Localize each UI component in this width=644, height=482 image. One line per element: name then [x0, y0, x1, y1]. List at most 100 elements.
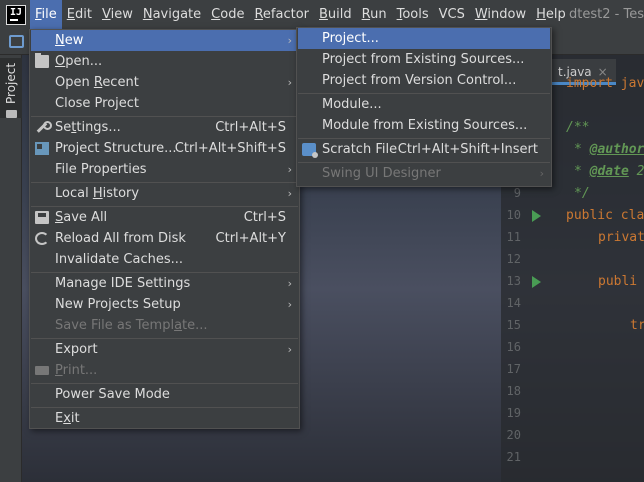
menu-run[interactable]: Run: [357, 0, 392, 29]
new-module-from-existing-sources[interactable]: Module from Existing Sources...: [298, 115, 550, 136]
file-menu-open-recent[interactable]: Open Recent ›: [31, 72, 298, 93]
file-menu-open[interactable]: Open...: [31, 51, 298, 72]
chevron-right-icon: ›: [287, 187, 292, 200]
menu-item-label: Swing UI Designer: [322, 166, 441, 181]
chevron-right-icon: ›: [287, 76, 292, 89]
new-submenu: Project... Project from Existing Sources…: [296, 27, 552, 187]
new-module[interactable]: Module...: [298, 94, 550, 115]
chevron-right-icon: ›: [287, 34, 292, 47]
menu-item-label: Settings...: [55, 120, 121, 135]
code-line-try: tr: [630, 318, 644, 333]
menu-item-label: File Properties: [55, 162, 147, 177]
menu-item-label: Project from Existing Sources...: [322, 52, 525, 67]
menu-edit[interactable]: Edit: [62, 0, 97, 29]
line-number: 17: [506, 362, 521, 376]
menu-item-label: Open Recent: [55, 75, 139, 90]
menu-item-label: Scratch File: [322, 142, 398, 157]
line-number: 13: [506, 274, 521, 288]
menu-build[interactable]: Build: [314, 0, 357, 29]
menu-refactor[interactable]: Refactor: [249, 0, 314, 29]
menu-item-label: Save All: [55, 210, 108, 225]
code-line-private: privat: [598, 230, 644, 245]
project-structure-icon: [35, 142, 49, 155]
file-menu-power-save-mode[interactable]: Power Save Mode: [31, 384, 298, 405]
file-menu-new-projects-setup[interactable]: New Projects Setup ›: [31, 294, 298, 315]
menu-item-label: Project from Version Control...: [322, 73, 517, 88]
file-menu-save-as-template: Save File as Template...: [31, 315, 298, 336]
new-project-from-existing-sources[interactable]: Project from Existing Sources...: [298, 49, 550, 70]
menu-item-label: Reload All from Disk: [55, 231, 186, 246]
code-line-doc-open: /**: [566, 120, 590, 135]
file-menu-print: Print...: [31, 360, 298, 381]
run-class-icon[interactable]: [532, 210, 541, 222]
code-line-date: * @date 2: [574, 164, 644, 179]
scratch-file-icon: [302, 143, 318, 158]
file-menu-file-properties[interactable]: File Properties ›: [31, 159, 298, 180]
file-menu-settings[interactable]: Settings... Ctrl+Alt+S: [31, 117, 298, 138]
menu-item-label: Export: [55, 342, 98, 357]
menu-item-label: Invalidate Caches...: [55, 252, 184, 267]
menu-item-label: Manage IDE Settings: [55, 276, 191, 291]
menu-view[interactable]: View: [97, 0, 138, 29]
line-number: 9: [513, 186, 521, 200]
project-tool-tab-label: Project: [4, 62, 18, 104]
chevron-right-icon: ›: [539, 167, 544, 180]
file-menu-export[interactable]: Export ›: [31, 339, 298, 360]
menu-item-shortcut: Ctrl+Alt+Y: [215, 231, 286, 246]
menu-item-label: Open...: [55, 54, 103, 69]
window-title: dtest2 - Tes: [569, 7, 644, 22]
file-menu-close-project[interactable]: Close Project: [31, 93, 298, 114]
menu-item-label: New Projects Setup: [55, 297, 181, 312]
intellij-logo-icon: IJ: [6, 4, 26, 25]
file-menu-local-history[interactable]: Local History ›: [31, 183, 298, 204]
folder-icon: [6, 110, 17, 118]
menu-file[interactable]: File: [30, 0, 62, 29]
new-project[interactable]: Project...: [298, 28, 550, 49]
line-number: 11: [506, 230, 521, 244]
file-menu-reload-all[interactable]: Reload All from Disk Ctrl+Alt+Y: [31, 228, 298, 249]
project-window-icon[interactable]: [9, 35, 24, 48]
line-number: 14: [506, 296, 521, 310]
menu-item-label: New: [55, 33, 84, 48]
menu-item-label: Power Save Mode: [55, 387, 170, 402]
file-menu: New › Open... Open Recent › Close Projec…: [29, 29, 300, 429]
left-tool-strip: Project: [0, 55, 22, 482]
wrench-icon: [35, 121, 52, 134]
menu-item-shortcut: Ctrl+Alt+Shift+S: [174, 141, 286, 156]
menu-help[interactable]: Help: [531, 0, 571, 29]
menu-item-label: Project...: [322, 31, 379, 46]
new-swing-ui-designer: Swing UI Designer ›: [298, 163, 550, 184]
menu-item-label: Local History: [55, 186, 140, 201]
chevron-right-icon: ›: [287, 163, 292, 176]
menu-window[interactable]: Window: [470, 0, 531, 29]
line-number: 20: [506, 428, 521, 442]
menu-item-label: Print...: [55, 363, 98, 378]
chevron-right-icon: ›: [287, 298, 292, 311]
save-icon: [35, 211, 49, 224]
menu-navigate[interactable]: Navigate: [138, 0, 206, 29]
line-number: 12: [506, 252, 521, 266]
line-number: 21: [506, 450, 521, 464]
file-menu-save-all[interactable]: Save All Ctrl+S: [31, 207, 298, 228]
menu-vcs[interactable]: VCS: [434, 0, 470, 29]
menu-item-label: Module from Existing Sources...: [322, 118, 528, 133]
menu-code[interactable]: Code: [206, 0, 249, 29]
menu-item-label: Project Structure...: [55, 141, 177, 156]
new-scratch-file[interactable]: Scratch File Ctrl+Alt+Shift+Insert: [298, 139, 550, 160]
file-menu-manage-ide-settings[interactable]: Manage IDE Settings ›: [31, 273, 298, 294]
run-method-icon[interactable]: [532, 276, 541, 288]
code-line-public-method: publi: [598, 274, 638, 289]
menu-item-shortcut: Ctrl+S: [243, 210, 286, 225]
new-project-from-vcs[interactable]: Project from Version Control...: [298, 70, 550, 91]
chevron-right-icon: ›: [287, 343, 292, 356]
code-line-class: public cla: [566, 208, 644, 223]
menu-tools[interactable]: Tools: [392, 0, 434, 29]
file-menu-exit[interactable]: Exit: [31, 408, 298, 429]
file-menu-new[interactable]: New ›: [31, 30, 298, 51]
file-menu-project-structure[interactable]: Project Structure... Ctrl+Alt+Shift+S: [31, 138, 298, 159]
printer-icon: [35, 366, 49, 375]
line-number: 19: [506, 406, 521, 420]
project-tool-tab[interactable]: Project: [0, 58, 22, 118]
line-number: 16: [506, 340, 521, 354]
file-menu-invalidate-caches[interactable]: Invalidate Caches...: [31, 249, 298, 270]
